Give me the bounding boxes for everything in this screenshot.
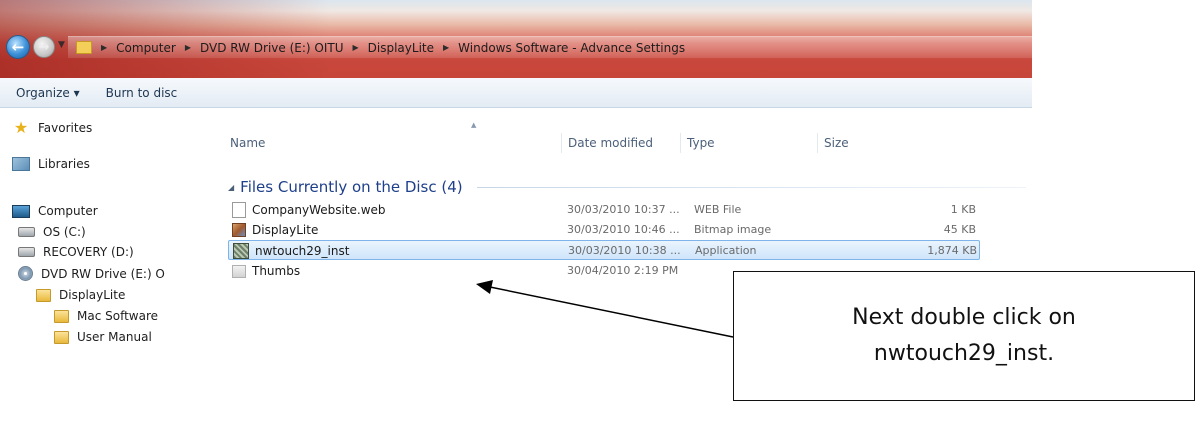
- file-row[interactable]: CompanyWebsite.web 30/03/2010 10:37 ... …: [228, 200, 980, 220]
- history-dropdown-icon[interactable]: ▼: [58, 40, 65, 50]
- breadcrumb-computer[interactable]: Computer: [116, 41, 176, 55]
- group-label: Files Currently on the Disc (4): [240, 178, 463, 196]
- burn-to-disc-button[interactable]: Burn to disc: [106, 86, 178, 100]
- column-header-date[interactable]: Date modified: [561, 133, 686, 153]
- title-bar: ← → ▼ ▶ Computer ▶ DVD RW Drive (E:) OIT…: [0, 0, 1032, 78]
- file-name: Thumbs: [252, 264, 301, 278]
- nav-item-libraries[interactable]: Libraries: [12, 157, 90, 171]
- file-size: 45 KB: [943, 223, 976, 236]
- web-file-icon: [232, 202, 246, 218]
- column-header-type[interactable]: Type: [680, 133, 823, 153]
- file-row-selected[interactable]: nwtouch29_inst 30/03/2010 10:38 ... Appl…: [228, 240, 980, 260]
- file-date: 30/03/2010 10:46 ...: [567, 223, 680, 236]
- back-button[interactable]: ←: [6, 35, 30, 59]
- file-size: 1 KB: [950, 203, 976, 216]
- file-type: Application: [695, 244, 757, 257]
- instruction-callout: Next double click on nwtouch29_inst.: [733, 271, 1195, 401]
- breadcrumb-separator-icon[interactable]: ▶: [101, 43, 107, 52]
- column-header-size[interactable]: Size: [817, 133, 944, 153]
- breadcrumb-separator-icon[interactable]: ▶: [443, 43, 449, 52]
- computer-icon: [12, 204, 30, 218]
- file-size: 1,874 KB: [927, 244, 977, 257]
- thumbs-icon: [232, 264, 246, 278]
- breadcrumb-dvd-drive[interactable]: DVD RW Drive (E:) OITU: [200, 41, 344, 55]
- nav-label: Mac Software: [77, 309, 159, 323]
- nav-label: User Manual: [77, 330, 152, 344]
- file-type: Bitmap image: [694, 223, 772, 236]
- group-header[interactable]: ◢ Files Currently on the Disc (4): [224, 176, 1032, 198]
- address-bar[interactable]: ▶ Computer ▶ DVD RW Drive (E:) OITU ▶ Di…: [68, 36, 1032, 58]
- navigation-pane: ★ Favorites Libraries Computer OS (C:) R…: [0, 108, 224, 437]
- nav-item-mac-software[interactable]: Mac Software: [54, 309, 158, 323]
- nav-label: Computer: [38, 204, 98, 218]
- hard-drive-icon: [18, 227, 35, 237]
- library-icon: [12, 157, 30, 171]
- file-name-cell: DisplayLite: [228, 220, 568, 240]
- nav-label: RECOVERY (D:): [43, 245, 134, 259]
- column-header-name[interactable]: Name: [224, 133, 566, 153]
- breadcrumb-displaylite[interactable]: DisplayLite: [368, 41, 434, 55]
- file-name: nwtouch29_inst: [255, 244, 350, 258]
- callout-text: Next double click on nwtouch29_inst.: [852, 305, 1076, 366]
- nav-label: DVD RW Drive (E:) O: [41, 266, 165, 281]
- folder-icon: [54, 309, 69, 323]
- file-type: WEB File: [694, 203, 742, 216]
- nav-item-user-manual[interactable]: User Manual: [54, 330, 152, 344]
- file-name-cell: Thumbs: [228, 261, 568, 281]
- dvd-drive-icon: [18, 266, 33, 281]
- file-name-cell: nwtouch29_inst: [229, 241, 569, 261]
- nav-label: Libraries: [38, 157, 90, 171]
- forward-arrow-icon: →: [38, 39, 50, 55]
- nav-item-displaylite[interactable]: DisplayLite: [36, 288, 125, 302]
- command-bar: Organize ▾ Burn to disc: [0, 78, 1032, 108]
- file-date: 30/04/2010 2:19 PM: [567, 264, 679, 277]
- file-date: 30/03/2010 10:38 ...: [568, 244, 681, 257]
- nav-label: Favorites: [38, 121, 93, 135]
- nav-item-recovery-drive[interactable]: RECOVERY (D:): [18, 245, 134, 259]
- star-icon: ★: [13, 118, 29, 137]
- nav-item-dvd-drive[interactable]: DVD RW Drive (E:) O: [18, 266, 165, 281]
- column-headers: Name Date modified Type Size: [224, 133, 1032, 153]
- file-name: CompanyWebsite.web: [252, 203, 386, 217]
- breadcrumb-separator-icon[interactable]: ▶: [185, 43, 191, 52]
- hard-drive-icon: [18, 247, 35, 257]
- back-arrow-icon: ←: [11, 38, 25, 56]
- nav-item-favorites[interactable]: ★ Favorites: [12, 120, 92, 136]
- breadcrumb-separator-icon[interactable]: ▶: [353, 43, 359, 52]
- organize-button[interactable]: Organize ▾: [16, 86, 80, 100]
- folder-icon: [36, 288, 51, 302]
- file-name: DisplayLite: [252, 223, 319, 237]
- folder-icon: [54, 330, 69, 344]
- sort-caret-icon: ▲: [471, 121, 477, 129]
- breadcrumb-windows-software[interactable]: Windows Software - Advance Settings: [458, 41, 685, 55]
- file-row[interactable]: DisplayLite 30/03/2010 10:46 ... Bitmap …: [228, 220, 980, 240]
- bitmap-icon: [232, 223, 246, 237]
- nav-label: OS (C:): [43, 225, 86, 239]
- group-divider: [476, 186, 1026, 188]
- forward-button[interactable]: →: [33, 36, 55, 58]
- collapse-triangle-icon[interactable]: ◢: [228, 183, 234, 192]
- file-name-cell: CompanyWebsite.web: [228, 200, 568, 220]
- folder-icon: [76, 41, 92, 54]
- nav-label: DisplayLite: [59, 288, 126, 302]
- nav-item-computer[interactable]: Computer: [12, 204, 98, 218]
- application-icon: [233, 243, 249, 259]
- nav-item-os-drive[interactable]: OS (C:): [18, 225, 86, 239]
- file-date: 30/03/2010 10:37 ...: [567, 203, 680, 216]
